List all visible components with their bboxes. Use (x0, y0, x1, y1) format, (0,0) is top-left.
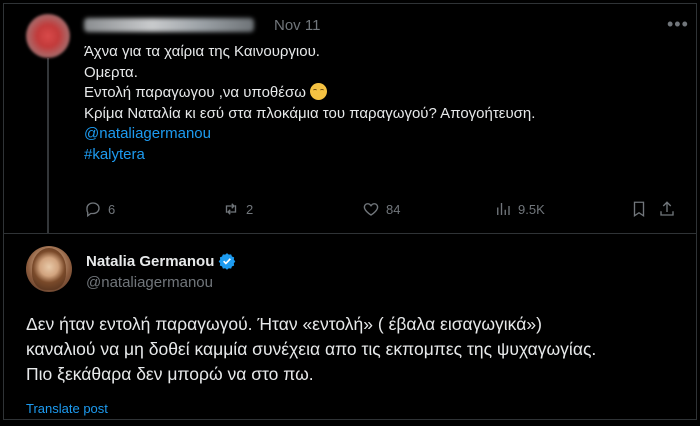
views-button[interactable]: 9.5K (494, 197, 545, 221)
author-handle[interactable]: @nataliagermanou (86, 274, 213, 291)
tweet-divider (4, 233, 696, 234)
more-options-icon[interactable]: ••• (667, 14, 689, 35)
relieved-face-emoji (309, 83, 327, 100)
tweet-line: Ομερτα. (84, 63, 138, 81)
reply-button[interactable]: 6 (84, 197, 115, 221)
parent-tweet-text: Άχνα για τα χαίρια της Καινουργιου. Ομερ… (84, 42, 535, 165)
reply-line: καναλιού να μη δοθεί καμμία συνέχεια απο… (26, 339, 597, 359)
mention-link[interactable]: @nataliagermanou (84, 124, 535, 145)
thread-connector-line (47, 58, 49, 233)
tweet-screenshot: Nov 11 ••• Άχνα για τα χαίρια της Καινου… (3, 3, 697, 420)
tweet-line: Εντολή παραγωγου ,να υποθέσω (84, 83, 535, 104)
tweet-actions-bar: 6 2 84 9.5K (84, 197, 674, 221)
repost-button[interactable]: 2 (222, 197, 253, 221)
author-avatar[interactable] (26, 246, 72, 292)
bookmark-icon (633, 201, 645, 218)
views-count: 9.5K (518, 201, 545, 217)
bookmark-button[interactable] (630, 197, 648, 221)
tweet-line: Κρίμα Ναταλία κι εσύ στα πλοκάμια του πα… (84, 104, 536, 122)
reply-icon (86, 202, 100, 218)
reply-line: Δεν ήταν εντολή παραγωγού. Ήταν «εντολή»… (26, 314, 542, 334)
blurred-username (84, 18, 254, 32)
like-count: 84 (386, 201, 401, 217)
share-icon (660, 201, 674, 216)
share-button[interactable] (658, 197, 676, 221)
views-icon (497, 203, 510, 215)
tweet-line: Άχνα για τα χαίρια της Καινουργιου. (84, 43, 320, 60)
translate-post-link[interactable]: Translate post (26, 401, 108, 416)
like-button[interactable]: 84 (362, 197, 400, 221)
author-name-row[interactable]: Natalia Germanou (86, 252, 236, 270)
hashtag-link[interactable]: #kalytera (84, 145, 535, 166)
verified-badge-icon (219, 253, 236, 270)
reply-line: Πιο ξεκάθαρα δεν μπορώ να στο πω. (26, 364, 314, 384)
tweet-date[interactable]: Nov 11 (274, 17, 320, 34)
repost-icon (225, 203, 237, 215)
blurred-avatar[interactable] (26, 14, 70, 58)
repost-count: 2 (246, 201, 254, 217)
author-name: Natalia Germanou (86, 252, 215, 270)
reply-count: 6 (108, 201, 116, 217)
avatar-photo (32, 248, 66, 290)
heart-icon (363, 203, 379, 216)
reply-tweet-text: Δεν ήταν εντολή παραγωγού. Ήταν «εντολή»… (26, 312, 596, 387)
